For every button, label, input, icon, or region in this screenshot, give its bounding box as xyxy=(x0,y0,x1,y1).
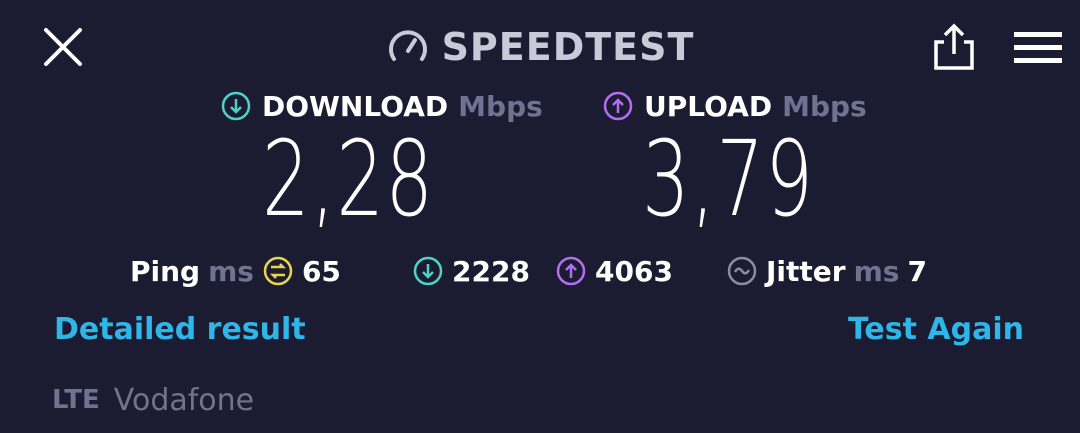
download-speed-value: 2,28 xyxy=(262,118,435,240)
network-type: LTE xyxy=(52,385,100,415)
network-info: LTE Vodafone xyxy=(52,380,254,420)
jitter-icon xyxy=(726,255,758,287)
menu-button[interactable] xyxy=(1010,24,1066,70)
upload-speed-value: 3,79 xyxy=(642,118,815,240)
download-latency-icon xyxy=(412,255,444,287)
test-again-button[interactable]: Test Again xyxy=(848,312,1024,347)
upload-latency-icon xyxy=(555,255,587,287)
download-unit: Mbps xyxy=(458,89,543,123)
stats-row: Ping ms 65 2228 4063 Jitter ms 7 xyxy=(0,250,1080,292)
app-header: SPEEDTEST xyxy=(0,22,1080,72)
download-arrow-icon xyxy=(220,90,252,122)
app-title: SPEEDTEST xyxy=(441,25,695,69)
jitter-unit: ms xyxy=(853,254,900,288)
jitter-label: Jitter xyxy=(766,254,846,288)
ping-icon xyxy=(262,255,294,287)
jitter-value: 7 xyxy=(907,254,927,288)
ping-stat: Ping ms 65 xyxy=(130,250,341,292)
share-button[interactable] xyxy=(928,20,980,72)
network-provider: Vodafone xyxy=(113,382,255,418)
download-latency-stat: 2228 xyxy=(412,250,530,292)
download-latency-value: 2228 xyxy=(452,254,530,288)
detailed-result-link[interactable]: Detailed result xyxy=(54,312,306,347)
ping-value: 65 xyxy=(301,254,341,288)
ping-label: Ping xyxy=(130,254,201,288)
top-bar: SPEEDTEST xyxy=(0,0,1080,96)
upload-latency-value: 4063 xyxy=(595,254,673,288)
upload-arrow-icon xyxy=(602,90,634,122)
jitter-stat: Jitter ms 7 xyxy=(726,250,927,292)
upload-latency-stat: 4063 xyxy=(555,250,673,292)
ping-unit: ms xyxy=(208,254,254,288)
speedometer-icon xyxy=(386,25,430,69)
share-icon xyxy=(934,23,974,70)
hamburger-menu-icon xyxy=(1014,32,1062,63)
